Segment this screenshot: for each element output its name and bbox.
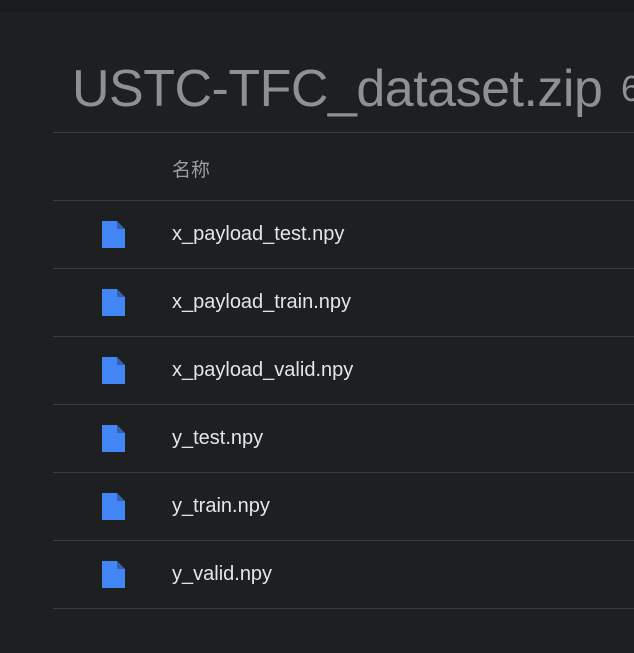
file-name: y_valid.npy xyxy=(172,563,273,585)
file-name: x_payload_test.npy xyxy=(172,223,345,245)
file-list-header: 名称 xyxy=(53,133,634,201)
file-row[interactable]: x_payload_valid.npy xyxy=(53,337,634,405)
file-name: y_train.npy xyxy=(172,495,270,517)
file-name: y_test.npy xyxy=(172,427,264,449)
file-name: x_payload_valid.npy xyxy=(172,359,354,381)
file-icon xyxy=(102,357,125,384)
page-title: USTC-TFC_dataset.zip xyxy=(72,60,603,118)
file-list: 名称 x_payload_test.npy x_payload_train.np… xyxy=(53,132,634,609)
file-icon xyxy=(102,289,125,316)
top-bar xyxy=(0,0,634,12)
file-row[interactable]: x_payload_test.npy xyxy=(53,201,634,269)
file-row[interactable]: x_payload_train.npy xyxy=(53,269,634,337)
title-overflow-text: 6 xyxy=(621,68,634,109)
file-icon xyxy=(102,425,125,452)
file-row[interactable]: y_test.npy xyxy=(53,405,634,473)
file-icon xyxy=(102,493,125,520)
file-icon xyxy=(102,221,125,248)
file-name: x_payload_train.npy xyxy=(172,291,352,313)
file-icon xyxy=(102,561,125,588)
file-row[interactable]: y_valid.npy xyxy=(53,541,634,609)
file-row[interactable]: y_train.npy xyxy=(53,473,634,541)
column-header-name[interactable]: 名称 xyxy=(172,155,210,182)
